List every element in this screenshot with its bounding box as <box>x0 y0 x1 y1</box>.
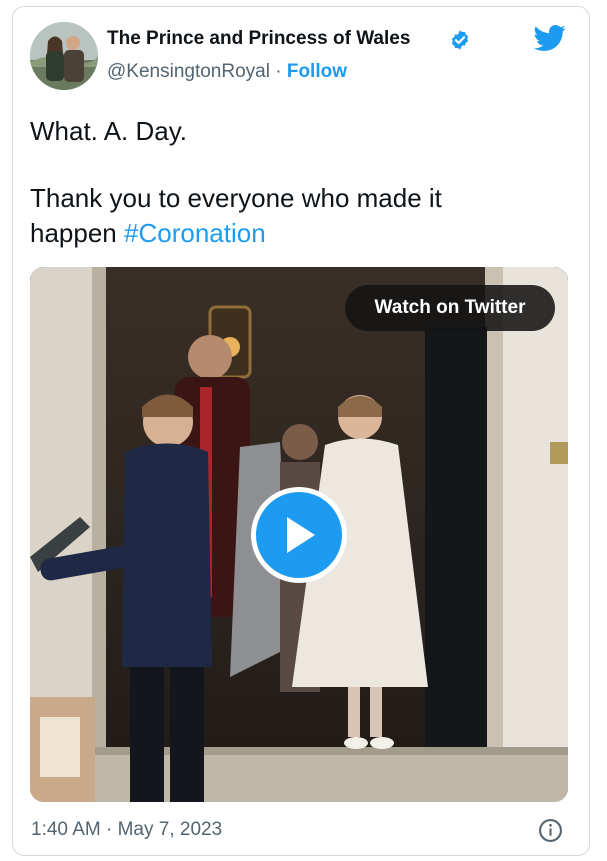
hashtag-link[interactable]: #Coronation <box>124 218 266 248</box>
tweet-text-line-3-prefix: happen <box>30 218 117 248</box>
author-display-name[interactable]: The Prince and Princess of Wales <box>107 28 410 50</box>
separator: · <box>275 61 282 82</box>
tweet-text-line-1: What. A. Day. <box>30 116 188 146</box>
play-icon <box>287 517 315 553</box>
tweet-text-line-3: happen #Coronation <box>30 218 266 249</box>
info-icon[interactable] <box>538 818 563 843</box>
tweet-date: May 7, 2023 <box>117 819 223 840</box>
follow-button[interactable]: Follow <box>287 61 347 82</box>
verified-badge-icon <box>451 30 469 50</box>
tweet-timestamp[interactable]: 1:40 AM · May 7, 2023 <box>31 819 222 841</box>
timestamp-separator: · <box>106 819 113 840</box>
avatar[interactable] <box>30 22 98 90</box>
play-button[interactable] <box>251 487 347 583</box>
watch-on-twitter-button[interactable]: Watch on Twitter <box>345 285 555 331</box>
twitter-bird-icon[interactable] <box>532 22 568 54</box>
tweet-text-line-2: Thank you to everyone who made it <box>30 183 442 213</box>
author-handle-row: @KensingtonRoyal · Follow <box>107 61 347 83</box>
author-handle[interactable]: @KensingtonRoyal <box>107 61 270 82</box>
tweet-time: 1:40 AM <box>31 819 101 840</box>
